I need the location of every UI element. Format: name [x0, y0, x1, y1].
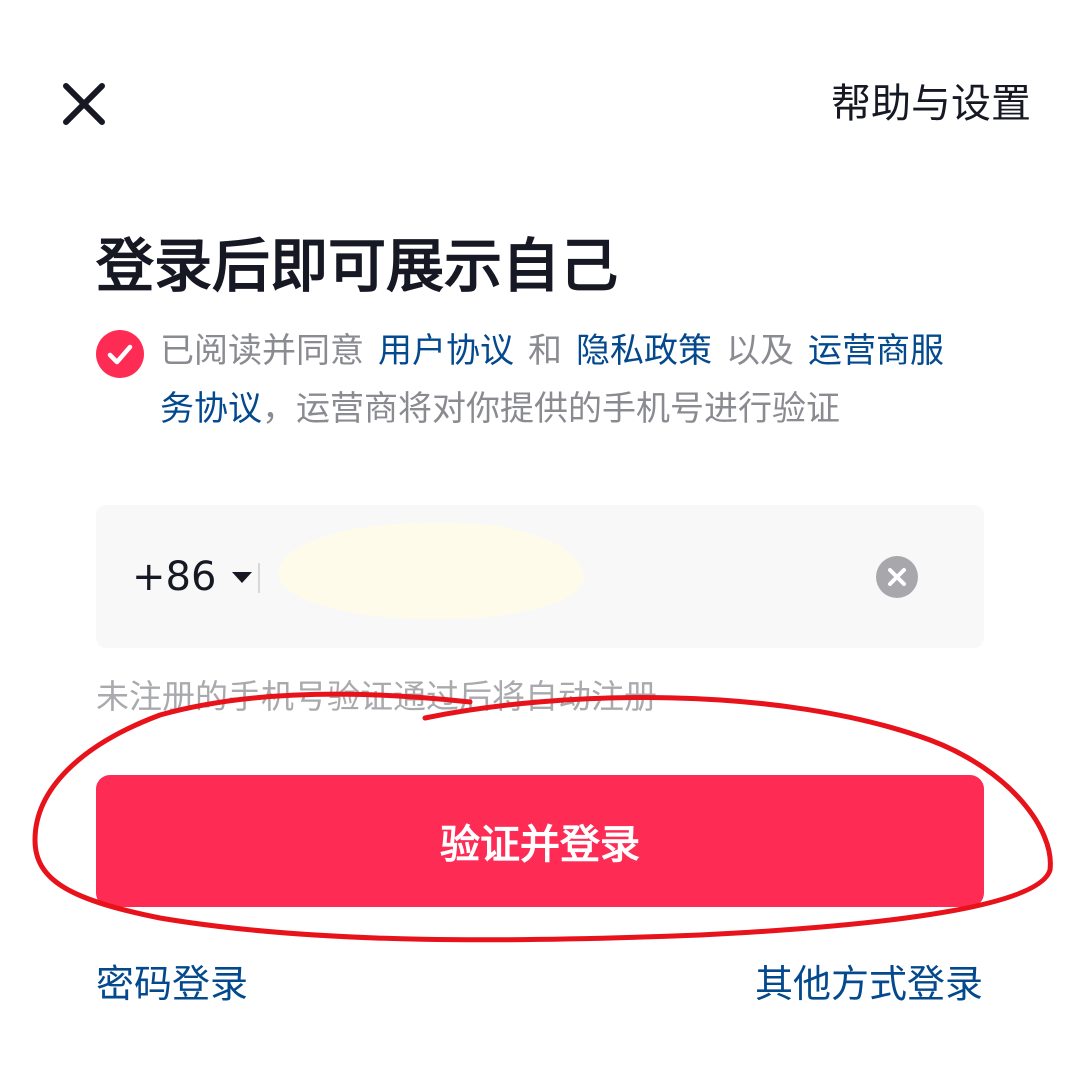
agreement-and: 和 — [528, 331, 562, 371]
verify-login-button[interactable]: 验证并登录 — [96, 775, 984, 907]
password-login-link[interactable]: 密码登录 — [96, 958, 248, 1010]
phone-input-box: +86 — [96, 505, 984, 648]
close-button[interactable] — [56, 76, 112, 132]
auto-register-hint: 未注册的手机号验证通过后将自动注册 — [96, 677, 657, 716]
input-divider — [258, 563, 260, 593]
clear-icon — [888, 568, 906, 586]
agreement-also: 以及 — [726, 331, 794, 371]
clear-input-button[interactable] — [876, 556, 918, 598]
phone-number-input[interactable] — [276, 535, 840, 621]
help-settings-link[interactable]: 帮助与设置 — [831, 78, 1031, 130]
country-code-selector[interactable]: +86 — [132, 549, 253, 605]
country-code: +86 — [132, 554, 217, 600]
agreement-checkbox[interactable] — [96, 330, 144, 378]
agreement-text: 已阅读并同意 用户协议和隐私政策 以及 运营商服务协议，运营商将对你提供的手机号进行验… — [160, 322, 960, 438]
user-agreement-link[interactable]: 用户协议 — [378, 331, 514, 371]
agreement-suffix: ，运营商将对你提供的手机号进行验证 — [262, 389, 840, 429]
check-icon — [107, 344, 133, 365]
other-login-link[interactable]: 其他方式登录 — [755, 958, 983, 1010]
caret-down-icon — [232, 571, 253, 583]
close-icon — [63, 83, 105, 125]
page-title: 登录后即可展示自己 — [96, 232, 619, 300]
agreement-prefix: 已阅读并同意 — [160, 331, 364, 371]
privacy-policy-link[interactable]: 隐私政策 — [576, 331, 712, 371]
